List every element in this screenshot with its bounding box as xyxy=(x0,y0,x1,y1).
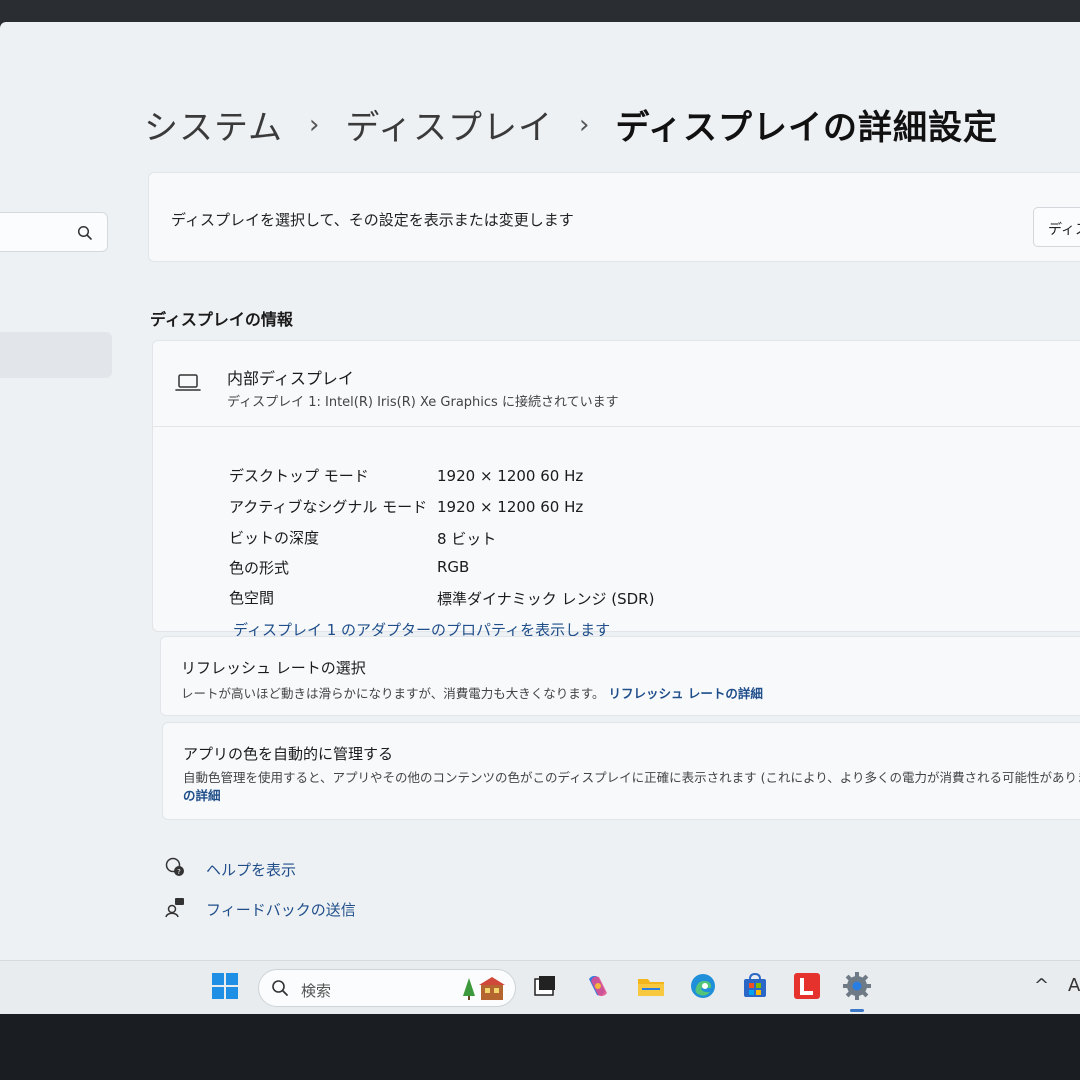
help-link-row[interactable]: ? ヘルプを表示 xyxy=(164,856,296,882)
display-name: 内部ディスプレイ xyxy=(227,369,354,388)
auto-color-description: 自動色管理を使用すると、アプリやその他のコンテンツの色がこのディスプレイに正確に… xyxy=(183,770,1080,785)
feedback-icon xyxy=(164,896,186,922)
prop-label-bit-depth: ビットの深度 xyxy=(229,529,320,547)
refresh-rate-card[interactable]: リフレッシュ レートの選択 レートが高いほど動きは滑らかになりますが、消費電力も… xyxy=(160,636,1080,716)
search-icon xyxy=(271,979,289,1001)
refresh-rate-description: レートが高いほど動きは滑らかになりますが、消費電力も大きくなります。 リフレッシ… xyxy=(181,683,763,702)
prop-label-color-space: 色空間 xyxy=(229,589,275,607)
breadcrumb: システム › ディスプレイ › ディスプレイの詳細設定 xyxy=(144,100,998,149)
prop-value-desktop-mode: 1920 × 1200 60 Hz xyxy=(437,467,584,485)
refresh-rate-description-text: レートが高いほど動きは滑らかになりますが、消費電力も大きくなります。 xyxy=(181,686,605,701)
active-app-indicator xyxy=(850,1009,864,1012)
refresh-rate-details-link[interactable]: リフレッシュ レートの詳細 xyxy=(609,686,763,701)
laptop-icon xyxy=(175,373,201,397)
breadcrumb-display[interactable]: ディスプレイ xyxy=(345,100,553,149)
refresh-rate-title: リフレッシュ レートの選択 xyxy=(181,659,366,677)
task-view-icon[interactable] xyxy=(530,971,562,1003)
prop-value-bit-depth: 8 ビット xyxy=(437,530,497,548)
display-adapter-subtitle: ディスプレイ 1: Intel(R) Iris(R) Xe Graphics に… xyxy=(227,395,619,410)
prop-label-color-format: 色の形式 xyxy=(229,559,290,577)
settings-window: システム › ディスプレイ › ディスプレイの詳細設定 ディスプレイを選択して、… xyxy=(0,22,1080,960)
search-icon xyxy=(77,225,93,245)
microsoft-store-icon[interactable] xyxy=(740,971,772,1003)
breadcrumb-system[interactable]: システム xyxy=(144,100,283,149)
edge-browser-icon[interactable] xyxy=(688,971,720,1003)
auto-color-title: アプリの色を自動的に管理する xyxy=(183,745,394,763)
tray-ime-indicator[interactable]: A xyxy=(1068,975,1080,996)
taskbar-search-placeholder: 検索 xyxy=(301,982,332,1000)
prop-label-signal-mode: アクティブなシグナル モード xyxy=(229,498,428,516)
monitor-bezel-bottom xyxy=(0,1014,1080,1080)
file-explorer-icon[interactable] xyxy=(636,971,668,1003)
feedback-link[interactable]: フィードバックの送信 xyxy=(206,899,356,920)
windows-start-icon[interactable] xyxy=(210,971,242,1003)
chevron-right-icon: › xyxy=(579,109,590,140)
svg-text:?: ? xyxy=(177,868,181,876)
display-info-card: 内部ディスプレイ ディスプレイ 1: Intel(R) Iris(R) Xe G… xyxy=(152,340,1080,639)
tray-overflow-chevron[interactable]: ^ xyxy=(1034,975,1049,996)
display-select-dropdown[interactable]: ディス xyxy=(1033,207,1080,247)
prop-value-color-space: 標準ダイナミック レンジ (SDR) xyxy=(437,590,655,608)
feedback-link-row[interactable]: フィードバックの送信 xyxy=(164,896,356,922)
taskbar: 検索 ^ A xyxy=(0,960,1080,1014)
prop-value-color-format: RGB xyxy=(437,558,470,576)
sidebar-item-system[interactable] xyxy=(0,332,112,378)
chevron-right-icon: › xyxy=(308,109,320,140)
search-highlight-decoration-icon xyxy=(461,976,507,1006)
prop-label-desktop-mode: デスクトップ モード xyxy=(229,467,369,485)
auto-color-details-link[interactable]: の詳細 xyxy=(183,785,221,804)
display-info-header[interactable]: 内部ディスプレイ ディスプレイ 1: Intel(R) Iris(R) Xe G… xyxy=(153,341,1080,427)
monitor-bezel-top xyxy=(0,0,1080,24)
taskbar-search-box[interactable]: 検索 xyxy=(258,969,516,1007)
copilot-icon[interactable] xyxy=(583,971,615,1003)
prop-value-signal-mode: 1920 × 1200 60 Hz xyxy=(437,498,584,516)
settings-gear-icon[interactable] xyxy=(842,971,874,1003)
auto-color-card[interactable]: アプリの色を自動的に管理する 自動色管理を使用すると、アプリやその他のコンテンツ… xyxy=(162,722,1080,820)
select-display-text: ディスプレイを選択して、その設定を表示または変更します xyxy=(171,211,574,229)
page-title: ディスプレイの詳細設定 xyxy=(615,108,999,148)
help-icon: ? xyxy=(164,856,186,882)
select-display-card: ディスプレイを選択して、その設定を表示または変更します ディス xyxy=(148,172,1080,262)
sidebar-search-box[interactable] xyxy=(0,212,108,252)
help-link[interactable]: ヘルプを表示 xyxy=(206,859,296,880)
l-app-icon[interactable] xyxy=(792,971,824,1003)
section-title-display-info: ディスプレイの情報 xyxy=(150,310,293,329)
